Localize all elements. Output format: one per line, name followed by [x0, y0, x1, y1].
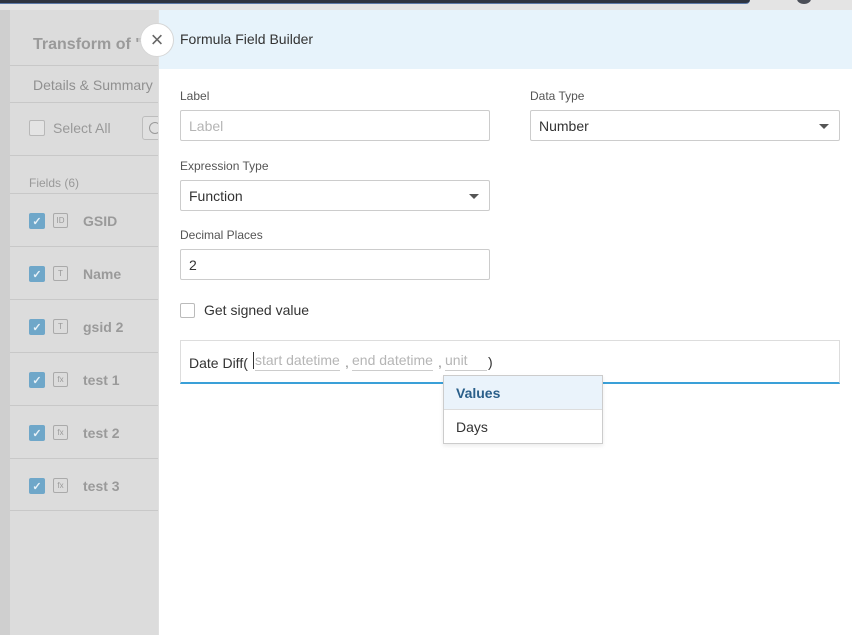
decimal-places-input[interactable]: 2 — [180, 249, 490, 280]
field-name: test 2 — [83, 425, 120, 441]
divider — [10, 65, 160, 66]
top-bar — [0, 0, 852, 10]
function-close-paren: ) — [488, 354, 493, 370]
field-checkbox-checked[interactable]: ✓ — [29, 213, 45, 229]
text-cursor — [253, 352, 254, 369]
field-name: GSID — [83, 213, 118, 229]
field-checkbox-checked[interactable]: ✓ — [29, 319, 45, 335]
tab-details-summary[interactable]: Details & Summary — [33, 77, 153, 93]
select-all-checkbox[interactable] — [29, 120, 45, 136]
formula-type-icon: fx — [53, 372, 68, 387]
unit-slot[interactable]: unit — [445, 352, 487, 371]
text-type-icon: T — [53, 266, 68, 281]
modal-header: Formula Field Builder — [159, 10, 852, 69]
field-checkbox-checked[interactable]: ✓ — [29, 266, 45, 282]
field-checkbox-checked[interactable]: ✓ — [29, 478, 45, 494]
field-row[interactable]: ✓ fx test 1 — [10, 352, 160, 405]
field-name: Name — [83, 266, 122, 282]
field-row[interactable]: ✓ fx test 2 — [10, 405, 160, 458]
formula-type-icon: fx — [53, 478, 68, 493]
field-name: gsid 2 — [83, 319, 124, 335]
formula-type-icon: fx — [53, 425, 68, 440]
id-type-icon: ID — [53, 213, 68, 228]
start-datetime-slot[interactable]: start datetime — [255, 352, 340, 371]
field-row[interactable]: ✓ fx test 3 — [10, 458, 160, 511]
close-icon: × — [150, 27, 164, 52]
field-row[interactable]: ✓ T gsid 2 — [10, 299, 160, 352]
signed-value-checkbox[interactable] — [180, 302, 195, 318]
modal-title: Formula Field Builder — [180, 31, 314, 47]
field-checkbox-checked[interactable]: ✓ — [29, 372, 45, 388]
dropdown-header: Values — [444, 376, 602, 410]
data-type-select[interactable]: Number — [530, 110, 840, 141]
background-panel-edge — [0, 10, 10, 635]
unit-dropdown: Values Days — [443, 375, 603, 444]
divider — [10, 102, 160, 103]
function-name: Date Diff( — [189, 355, 248, 371]
top-bar-dark-strip — [0, 0, 750, 4]
argument-separator: , — [438, 354, 442, 370]
select-all[interactable]: Select All — [29, 120, 111, 136]
avatar[interactable] — [797, 0, 811, 4]
select-all-label: Select All — [53, 120, 111, 136]
end-datetime-slot[interactable]: end datetime — [352, 352, 433, 371]
field-row[interactable]: ✓ T Name — [10, 246, 160, 299]
decimal-places-label: Decimal Places — [180, 228, 263, 242]
data-type-value: Number — [539, 117, 589, 134]
argument-separator: , — [345, 354, 349, 370]
chevron-down-icon — [819, 124, 829, 129]
fields-header: Fields (6) — [29, 176, 80, 190]
field-name: test 1 — [83, 372, 120, 388]
text-type-icon: T — [53, 319, 68, 334]
divider — [10, 155, 160, 156]
formula-field-builder-panel: Formula Field Builder Label Label Data T… — [158, 10, 852, 635]
data-type-label: Data Type — [530, 89, 585, 103]
chevron-down-icon — [469, 194, 479, 199]
field-row[interactable]: ✓ ID GSID — [10, 193, 160, 246]
page-title: Transform of "C — [33, 36, 155, 53]
expression-type-label: Expression Type — [180, 159, 269, 173]
dropdown-option-days[interactable]: Days — [444, 410, 602, 444]
close-button[interactable]: × — [140, 23, 174, 57]
signed-value-option[interactable]: Get signed value — [180, 302, 309, 318]
expression-type-value: Function — [189, 187, 243, 204]
signed-value-label: Get signed value — [204, 302, 310, 318]
field-checkbox-checked[interactable]: ✓ — [29, 425, 45, 441]
background-panel: Transform of "C Details & Summary Select… — [0, 10, 166, 635]
label-input[interactable]: Label — [180, 110, 490, 141]
field-name: test 3 — [83, 478, 120, 494]
expression-type-select[interactable]: Function — [180, 180, 490, 211]
label-field-label: Label — [180, 89, 210, 103]
